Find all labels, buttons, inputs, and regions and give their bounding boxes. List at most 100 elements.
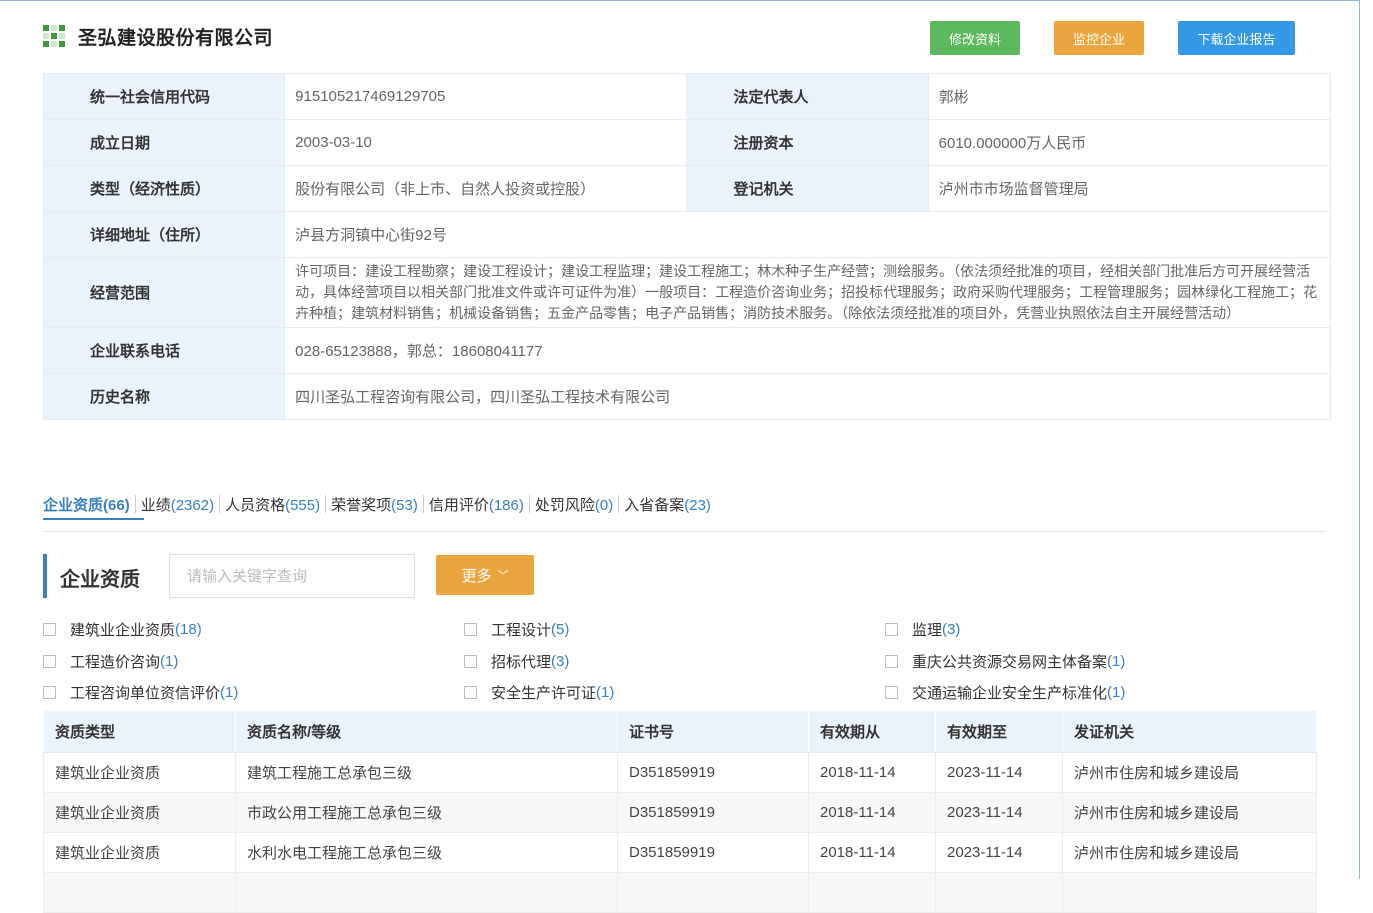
checkbox[interactable] <box>43 623 56 636</box>
tabs-divider <box>43 531 1326 532</box>
filter-label: 招标代理 <box>491 653 552 671</box>
column-header: 有效期从 <box>808 710 936 753</box>
filter-construction[interactable]: 建筑业企业资质 (18) <box>43 619 202 640</box>
checkbox[interactable] <box>43 654 56 668</box>
tab-penalties[interactable]: 处罚风险(0) <box>535 494 613 515</box>
filter-cost-consulting[interactable]: 工程造价咨询 (1) <box>43 651 178 672</box>
filter-count: (1) <box>160 652 179 670</box>
checkbox[interactable] <box>43 686 56 699</box>
legal-rep-label: 法定代表人 <box>686 73 929 120</box>
tab-count: (23) <box>684 496 711 514</box>
filter-chongqing-filing[interactable]: 重庆公共资源交易网主体备案 (1) <box>885 651 1125 672</box>
company-logo-icon <box>43 25 65 47</box>
info-row: 统一社会信用代码 915105217469129705 法定代表人 郭彬 <box>42 73 1332 120</box>
table-cell: 泸州市住房和城乡建设局 <box>1062 832 1317 873</box>
table-cell: 2018-11-14 <box>808 832 936 873</box>
company-name: 圣弘建设股份有限公司 <box>78 27 274 49</box>
more-label: 更多 <box>461 567 492 585</box>
tab-label: 处罚风险 <box>534 496 595 514</box>
info-row: 经营范围 许可项目：建设工程勘察；建设工程设计；建设工程监理；建设工程施工；林木… <box>42 257 1331 328</box>
tab-performance[interactable]: 业绩(2362) <box>141 494 214 515</box>
more-button[interactable]: 更多 ﹀ <box>436 555 534 595</box>
table-cell: 泸州市住房和城乡建设局 <box>1062 752 1317 793</box>
checkbox[interactable] <box>885 623 898 636</box>
tab-label: 人员资格 <box>225 496 286 514</box>
active-tab-indicator <box>43 518 144 520</box>
column-header: 资质名称/等级 <box>235 710 618 753</box>
table-cell: D351859919 <box>617 752 809 793</box>
info-row: 成立日期 2003-03-10 注册资本 6010.000000万人民币 <box>42 119 1332 166</box>
checkbox[interactable] <box>464 686 477 699</box>
filter-count: (18) <box>175 621 202 638</box>
info-row: 详细地址（住所） 泸县方洞镇中心街92号 <box>42 211 1331 258</box>
filter-supervision[interactable]: 监理 (3) <box>885 619 960 640</box>
tab-label: 业绩 <box>140 496 171 514</box>
section-title: 企业资质 <box>60 569 140 591</box>
tab-label: 企业资质 <box>43 496 104 514</box>
table-cell: 建筑业企业资质 <box>43 792 236 833</box>
filter-count: (5) <box>551 621 570 638</box>
scope-value: 许可项目：建设工程勘察；建设工程设计；建设工程监理；建设工程施工；林木种子生产经… <box>284 257 1331 328</box>
chevron-down-icon: ﹀ <box>497 570 509 582</box>
authority-value: 泸州市市场监督管理局 <box>927 165 1332 212</box>
scope-label: 经营范围 <box>42 257 286 328</box>
checkbox[interactable] <box>464 654 477 668</box>
filter-count: (1) <box>1107 684 1126 701</box>
checkbox[interactable] <box>885 654 898 668</box>
table-row: 建筑业企业资质 建筑工程施工总承包三级 D351859919 2018-11-1… <box>43 752 1317 793</box>
column-header: 发证机关 <box>1062 710 1317 753</box>
filter-label: 工程造价咨询 <box>70 653 161 671</box>
tab-credit[interactable]: 信用评价(186) <box>429 494 524 515</box>
table-cell: 泸州市住房和城乡建设局 <box>1062 792 1317 833</box>
credit-code-label: 统一社会信用代码 <box>42 73 286 120</box>
phone-value: 028-65123888，郭总：18608041177 <box>284 327 1331 374</box>
filter-count: (3) <box>942 621 961 638</box>
tab-count: (53) <box>391 496 418 514</box>
tab-qualifications[interactable]: 企业资质(66) <box>43 494 130 515</box>
filter-count: (1) <box>1107 652 1126 670</box>
filter-consulting-credit[interactable]: 工程咨询单位资信评价 (1) <box>43 682 238 703</box>
tab-count: (186) <box>488 496 524 514</box>
tab-label: 荣誉奖项 <box>331 496 392 514</box>
capital-value: 6010.000000万人民币 <box>927 119 1332 166</box>
authority-label: 登记机关 <box>686 165 929 212</box>
tab-personnel[interactable]: 人员资格(555) <box>225 494 320 515</box>
detail-tabs: 企业资质(66) 业绩(2362) 人员资格(555) 荣誉奖项(53) 信用评… <box>43 493 711 515</box>
table-cell: 建筑工程施工总承包三级 <box>235 752 618 793</box>
column-header: 资质类型 <box>43 710 236 753</box>
tab-divider <box>219 495 221 513</box>
tab-label: 信用评价 <box>428 496 489 514</box>
former-names-value: 四川圣弘工程咨询有限公司，四川圣弘工程技术有限公司 <box>284 373 1331 420</box>
filter-bidding-agency[interactable]: 招标代理 (3) <box>464 651 569 672</box>
table-cell: 建筑业企业资质 <box>43 752 236 793</box>
legal-rep-value: 郭彬 <box>927 73 1332 120</box>
tab-divider <box>422 495 424 513</box>
table-cell: 2023-11-14 <box>935 832 1063 873</box>
filter-safety-license[interactable]: 安全生产许可证 (1) <box>464 682 614 703</box>
capital-label: 注册资本 <box>686 119 929 166</box>
table-row: 建筑业企业资质 市政公用工程施工总承包三级 D351859919 2018-11… <box>43 792 1317 833</box>
company-header: 圣弘建设股份有限公司 <box>43 20 273 52</box>
table-cell: 水利水电工程施工总承包三级 <box>235 832 618 873</box>
filter-label: 安全生产许可证 <box>491 685 597 702</box>
type-value: 股份有限公司（非上市、自然人投资或控股） <box>284 165 688 212</box>
table-cell: 2018-11-14 <box>808 752 936 793</box>
search-input[interactable] <box>169 554 415 598</box>
found-date-label: 成立日期 <box>42 119 286 166</box>
checkbox[interactable] <box>464 623 477 636</box>
filter-label: 工程设计 <box>491 622 552 639</box>
checkbox[interactable] <box>885 686 898 699</box>
table-cell: 2023-11-14 <box>935 752 1063 793</box>
phone-label: 企业联系电话 <box>42 327 286 374</box>
tab-divider <box>528 495 530 513</box>
filter-design[interactable]: 工程设计 (5) <box>464 619 569 640</box>
tab-honors[interactable]: 荣誉奖项(53) <box>331 494 418 515</box>
edit-info-button[interactable]: 修改资料 <box>930 21 1020 55</box>
download-report-button[interactable]: 下载企业报告 <box>1178 21 1295 55</box>
monitor-company-button[interactable]: 监控企业 <box>1054 21 1144 55</box>
tab-label: 入省备案 <box>624 496 685 514</box>
filter-transport-safety[interactable]: 交通运输企业安全生产标准化 (1) <box>885 682 1125 703</box>
company-info-table: 统一社会信用代码 915105217469129705 法定代表人 郭彬 成立日… <box>42 73 1332 420</box>
tab-provincial-filing[interactable]: 入省备案(23) <box>624 494 711 515</box>
credit-code-value: 915105217469129705 <box>284 73 688 120</box>
